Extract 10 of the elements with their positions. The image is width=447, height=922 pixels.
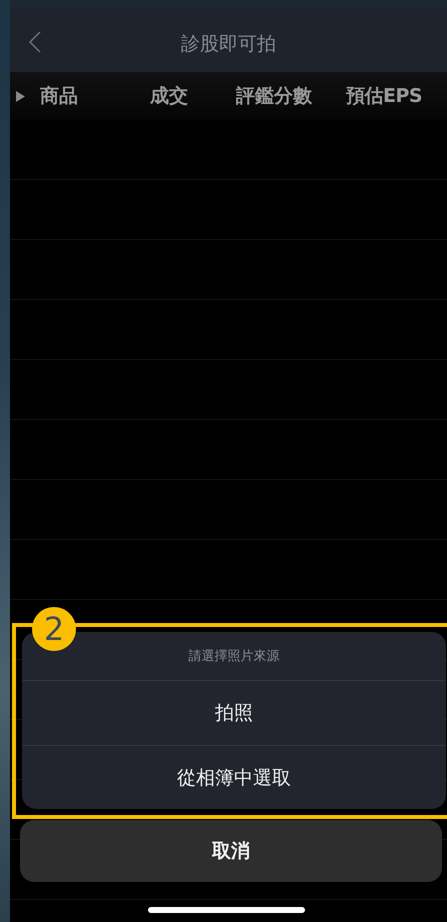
- screen-title: 診股即可拍: [181, 32, 276, 57]
- sheet-option[interactable]: 拍照: [22, 681, 446, 745]
- sheet-option[interactable]: 從相簿中選取: [22, 745, 446, 809]
- column-header[interactable]: 成交: [150, 83, 236, 109]
- back-icon[interactable]: [28, 30, 42, 54]
- column-header[interactable]: 商品: [40, 83, 150, 109]
- column-header[interactable]: 預估EPS: [346, 83, 422, 109]
- caret-icon[interactable]: [16, 90, 25, 102]
- cancel-button[interactable]: 取消: [20, 820, 442, 882]
- column-header[interactable]: 評鑑分數: [236, 83, 346, 109]
